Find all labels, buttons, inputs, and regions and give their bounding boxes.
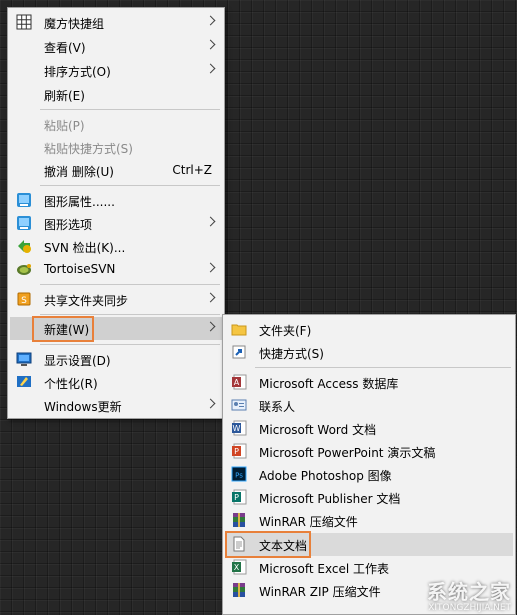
menu-item-shared-folder-sync[interactable]: S 共享文件夹同步 [10,288,222,311]
menu-item-label: 粘贴(P) [44,119,85,133]
menu-item-label: SVN 检出(K)... [44,241,126,255]
chevron-right-icon [205,15,216,26]
menu-item-label: 撤消 删除(U) [44,165,114,179]
svg-text:P: P [234,447,239,456]
menu-separator [40,344,220,345]
folder-icon [231,321,247,337]
menu-separator [40,185,220,186]
watermark: 系统之家 XITONGZHIJIA.NET [427,576,511,613]
menu-item-label: 显示设置(D) [44,354,111,368]
menu-item-label: Microsoft Access 数据库 [259,377,399,391]
shortcut-icon [231,344,247,360]
menu-item-label: 排序方式(O) [44,65,111,79]
svg-text:X: X [234,563,240,572]
menu-item-label: Microsoft Excel 工作表 [259,562,390,576]
winrar-icon [231,512,247,528]
menu-item-label: 文件夹(F) [259,324,312,338]
menu-item-label: Microsoft Publisher 文档 [259,492,401,506]
highlight-box [225,531,311,558]
highlight-box [32,316,94,342]
menu-item-label: TortoiseSVN [44,262,116,276]
winrar-zip-icon [231,582,247,598]
menu-separator [40,314,220,315]
menu-item-label: Adobe Photoshop 图像 [259,469,392,483]
menu-item-label: 魔方快捷组 [44,17,105,31]
submenu-item-folder[interactable]: 文件夹(F) [225,318,513,341]
menu-item-svn-checkout[interactable]: SVN 检出(K)... [10,235,222,258]
sync-icon: S [16,291,32,307]
menu-item-label: WinRAR ZIP 压缩文件 [259,585,381,599]
chevron-right-icon [205,39,216,50]
publisher-icon: P [231,489,247,505]
chevron-right-icon [205,321,216,332]
word-icon: W [231,420,247,436]
tortoise-icon [16,261,32,277]
submenu-item-winrar[interactable]: WinRAR 压缩文件 [225,509,513,532]
submenu-item-publisher[interactable]: P Microsoft Publisher 文档 [225,486,513,509]
chevron-right-icon [205,216,216,227]
chevron-right-icon [205,292,216,303]
menu-item-paste[interactable]: 粘贴(P) [10,113,222,136]
menu-item-label: 查看(V) [44,41,86,55]
watermark-sub: XITONGZHIJIA.NET [428,603,511,613]
personalize-icon [16,374,32,390]
menu-item-tortoisesvn[interactable]: TortoiseSVN [10,258,222,281]
menu-item-personalize[interactable]: 个性化(R) [10,371,222,394]
chevron-right-icon [205,262,216,273]
menu-item-label: 共享文件夹同步 [44,294,129,308]
menu-item-label: Microsoft PowerPoint 演示文稿 [259,446,436,460]
powerpoint-icon: P [231,443,247,459]
svg-text:A: A [234,378,240,387]
grid-icon [16,14,32,30]
submenu-item-powerpoint[interactable]: P Microsoft PowerPoint 演示文稿 [225,440,513,463]
menu-item-label: 粘贴快捷方式(S) [44,142,133,156]
menu-item-sort[interactable]: 排序方式(O) [10,59,222,82]
access-icon: A [231,374,247,390]
menu-separator [255,367,511,368]
chevron-right-icon [205,63,216,74]
svn-checkout-icon [16,238,32,254]
submenu-item-shortcut[interactable]: 快捷方式(S) [225,341,513,364]
new-submenu: 文件夹(F) 快捷方式(S) A Microsoft Access 数据库 联系… [222,314,516,615]
menu-item-label: Windows更新 [44,400,122,414]
menu-item-windows-update[interactable]: Windows更新 [10,394,222,417]
menu-item-label: 快捷方式(S) [259,347,324,361]
svg-text:S: S [21,296,27,306]
excel-icon: X [231,559,247,575]
submenu-item-contact[interactable]: 联系人 [225,394,513,417]
menu-separator [40,284,220,285]
menu-item-refresh[interactable]: 刷新(E) [10,83,222,106]
graphics-icon [16,192,32,208]
menu-separator [40,109,220,110]
menu-item-undo-delete[interactable]: 撤消 删除(U) Ctrl+Z [10,159,222,182]
menu-item-paste-shortcut[interactable]: 粘贴快捷方式(S) [10,136,222,159]
photoshop-icon: Ps [231,466,247,482]
submenu-item-word[interactable]: W Microsoft Word 文档 [225,417,513,440]
chevron-right-icon [205,398,216,409]
svg-text:Ps: Ps [235,472,243,480]
menu-item-label: 联系人 [259,400,296,414]
menu-item-display-settings[interactable]: 显示设置(D) [10,348,222,371]
menu-item-graphics-properties[interactable]: 图形属性...... [10,189,222,212]
submenu-item-photoshop[interactable]: Ps Adobe Photoshop 图像 [225,463,513,486]
shortcut-text: Ctrl+Z [172,163,212,177]
menu-item-label: 刷新(E) [44,89,85,103]
svg-text:W: W [233,424,241,433]
menu-item-label: WinRAR 压缩文件 [259,515,358,529]
menu-item-label: 个性化(R) [44,377,98,391]
menu-item-label: Microsoft Word 文档 [259,423,377,437]
graphics-icon [16,215,32,231]
desktop-context-menu: 魔方快捷组 查看(V) 排序方式(O) 刷新(E) 粘贴(P) 粘贴快捷方式(S… [7,7,225,419]
menu-item-mofang[interactable]: 魔方快捷组 [10,11,222,34]
svg-text:P: P [234,493,239,502]
display-icon [16,351,32,367]
watermark-text: 系统之家 [427,580,511,604]
menu-item-graphics-options[interactable]: 图形选项 [10,212,222,235]
menu-item-view[interactable]: 查看(V) [10,35,222,58]
submenu-item-access[interactable]: A Microsoft Access 数据库 [225,371,513,394]
menu-item-label: 图形选项 [44,218,93,232]
contact-icon [231,397,247,413]
menu-item-label: 图形属性...... [44,195,115,209]
